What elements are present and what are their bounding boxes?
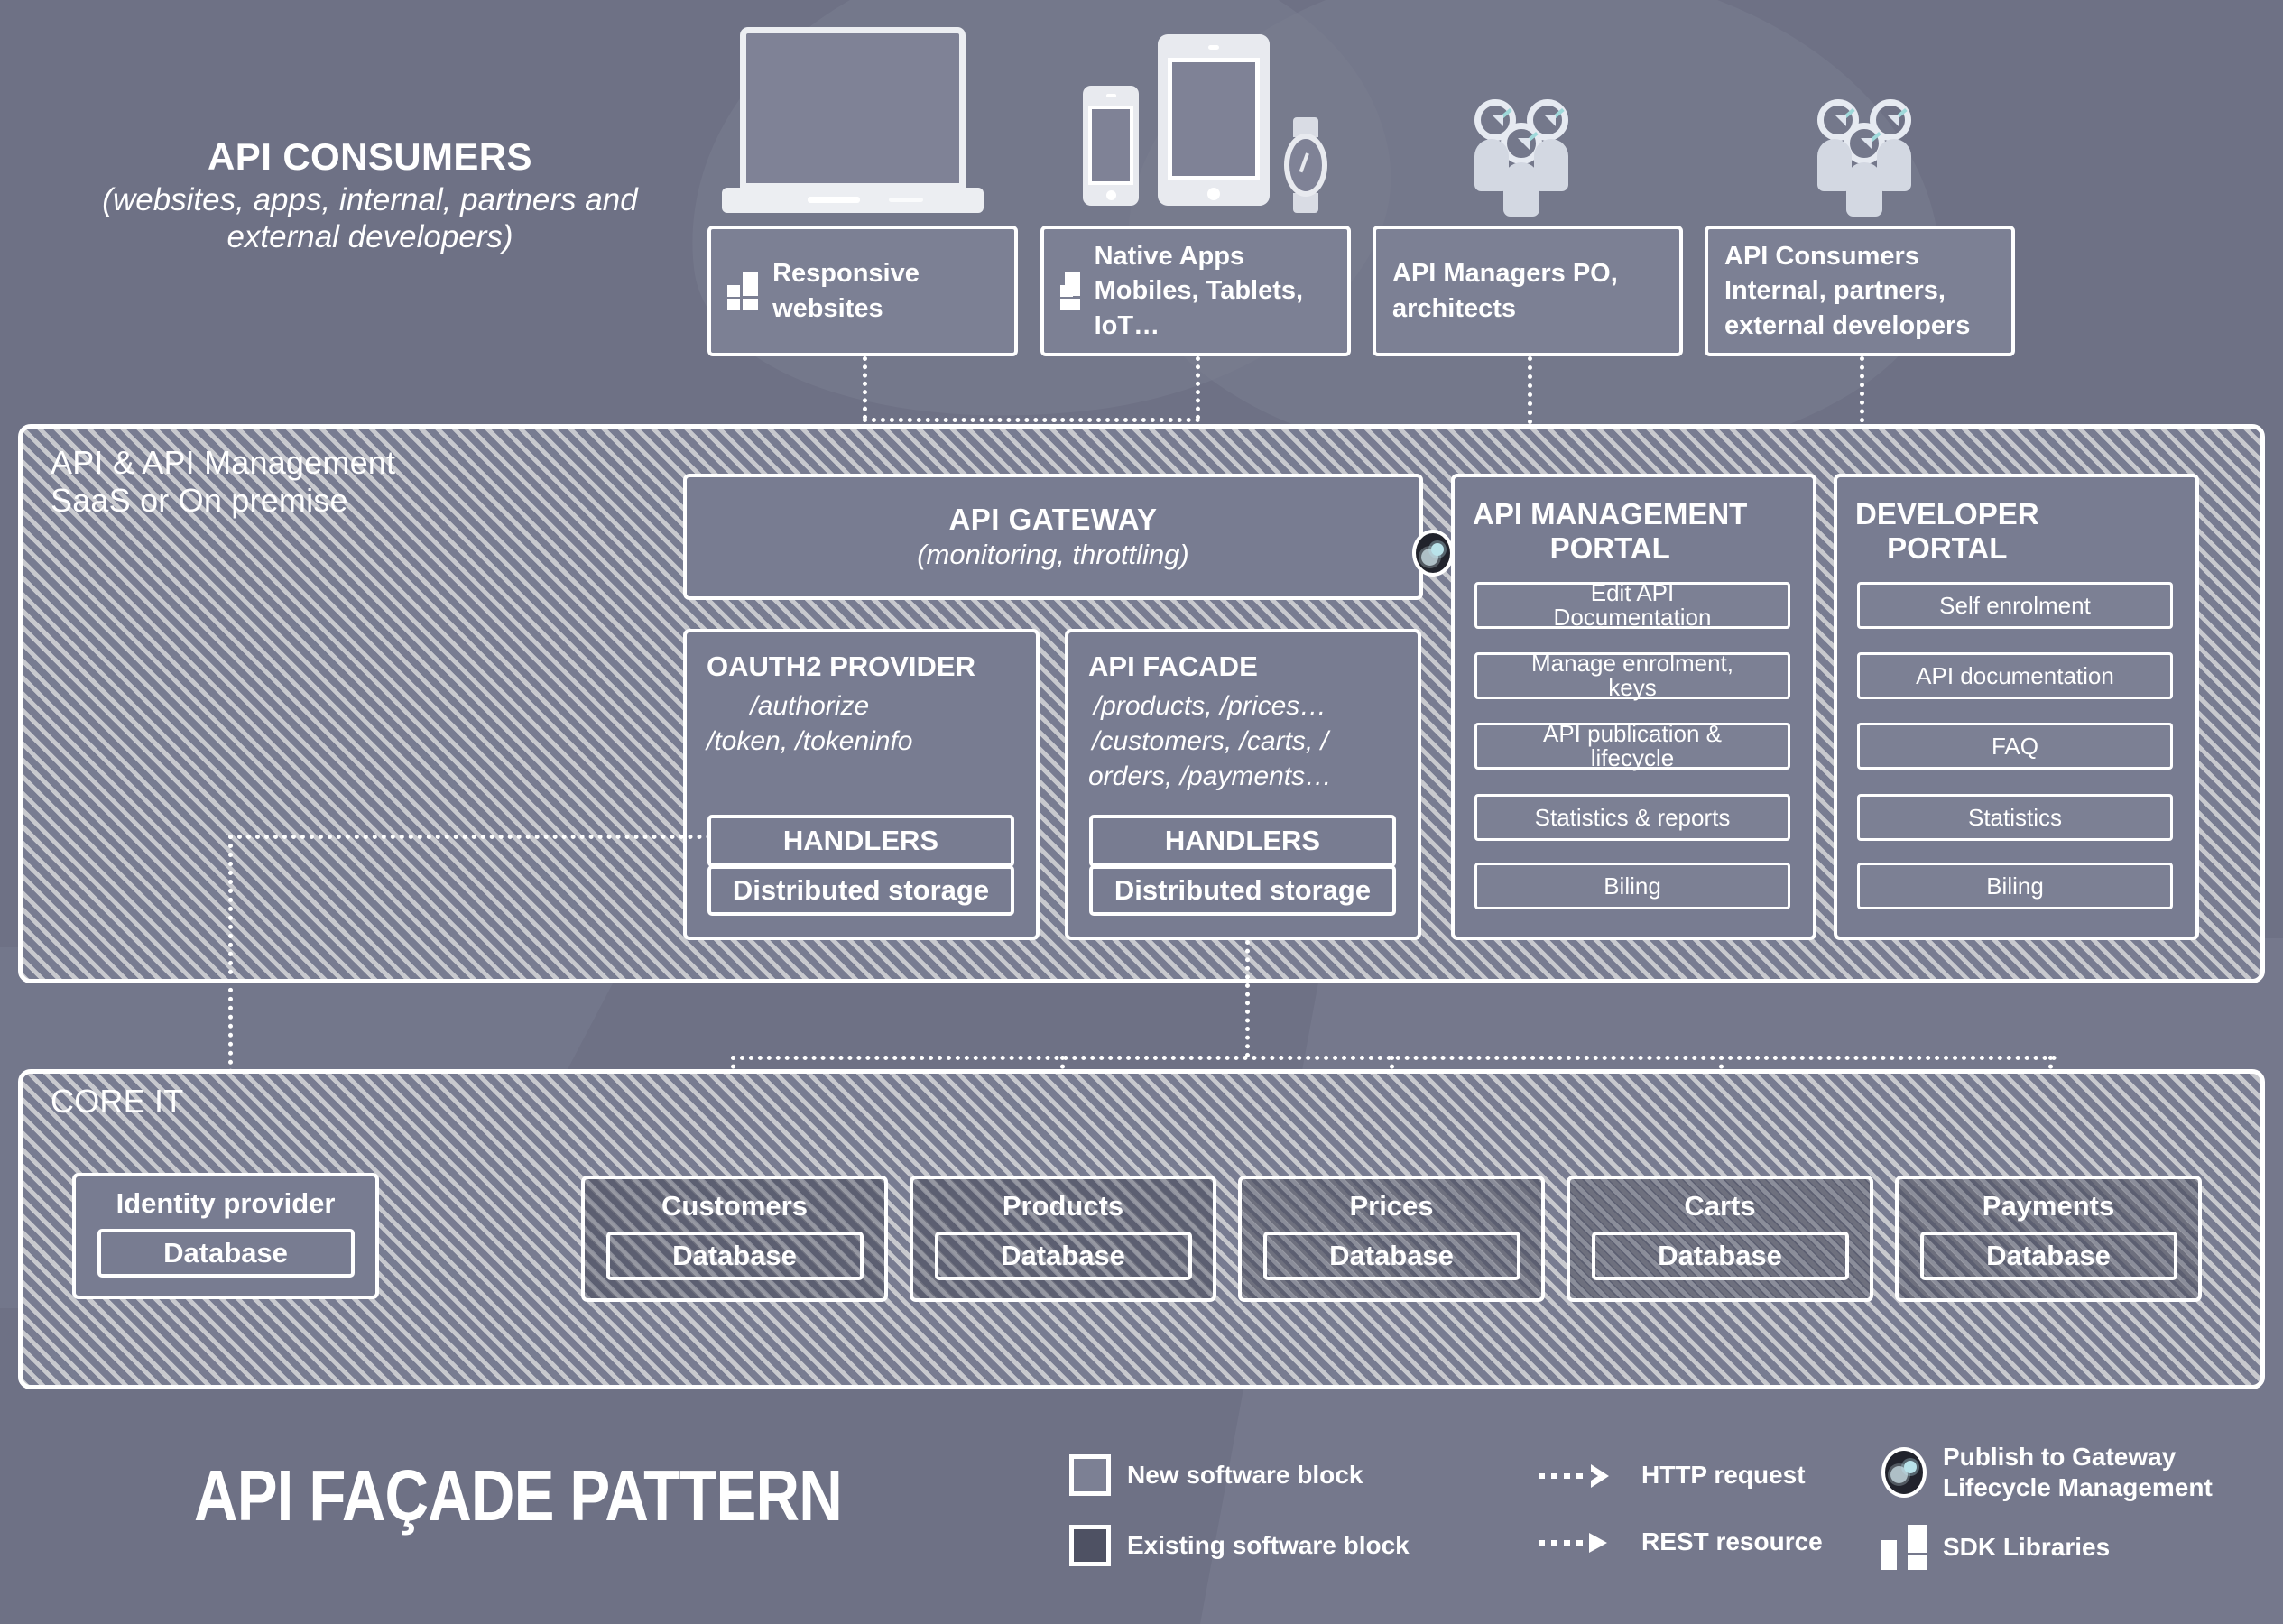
core-system-database[interactable]: Database xyxy=(605,1231,864,1280)
core-system-carts[interactable]: Carts Database xyxy=(1567,1176,1873,1302)
smartphone-illustration xyxy=(1083,86,1139,206)
consumer-card-native-apps[interactable]: Native Apps Mobiles, Tablets, IoT… xyxy=(1040,226,1351,356)
connector-line xyxy=(863,356,867,420)
core-system-prices[interactable]: Prices Database xyxy=(1238,1176,1545,1302)
legend-label: REST resource xyxy=(1641,1527,1823,1555)
core-system-database-label: Database xyxy=(672,1239,797,1271)
legend-sdk-libraries: SDK Libraries xyxy=(1881,1525,2110,1570)
connector-line xyxy=(1196,356,1200,420)
api-consumers-people-illustration xyxy=(1814,90,1913,217)
legend-rest-resource: REST resource xyxy=(1539,1527,1823,1557)
core-system-database-label: Database xyxy=(163,1236,288,1269)
core-system-database[interactable]: Database xyxy=(1591,1231,1849,1280)
management-portal-item-manage-enrolment[interactable]: Manage enrolment, keys xyxy=(1474,651,1790,699)
legend-label: Publish to Gateway Lifecycle Management xyxy=(1943,1443,2213,1501)
legend-label: SDK Libraries xyxy=(1943,1533,2111,1562)
api-facade-title: API FACADE xyxy=(1088,651,1258,682)
api-management-portal-title: API MANAGEMENT PORTAL xyxy=(1473,497,1748,566)
oauth2-storage-label: Distributed storage xyxy=(732,874,990,907)
api-facade-handlers-block[interactable]: HANDLERS xyxy=(1089,815,1396,867)
legend-http-request: HTTP request xyxy=(1539,1460,1806,1490)
dotted-chevron-arrow-icon xyxy=(1539,1463,1625,1488)
oauth2-handlers-label: HANDLERS xyxy=(782,825,939,857)
core-system-database-label: Database xyxy=(1658,1239,1782,1271)
legend-label: Existing software block xyxy=(1127,1531,1410,1560)
core-system-identity-provider[interactable]: Identity provider Database xyxy=(72,1173,379,1299)
consumer-card-responsive-websites[interactable]: Responsive websites xyxy=(707,226,1018,356)
core-system-database[interactable]: Database xyxy=(97,1228,355,1278)
core-it-panel-title: CORE IT xyxy=(51,1083,184,1120)
api-facade-handlers-label: HANDLERS xyxy=(1164,825,1321,857)
oauth2-handlers-block[interactable]: HANDLERS xyxy=(707,815,1014,867)
api-facade-endpoints: /products, /prices… /customers, /carts, … xyxy=(1088,690,1333,791)
core-system-label: Payments xyxy=(1982,1190,2115,1222)
management-portal-item-statistics-reports[interactable]: Statistics & reports xyxy=(1474,794,1790,841)
legend-existing-software-block: Existing software block xyxy=(1069,1525,1410,1566)
developer-portal-title: DEVELOPER PORTAL xyxy=(1855,497,2039,566)
api-gateway-block[interactable]: API GATEWAY (monitoring, throttling) xyxy=(683,474,1423,600)
consumer-card-label: Native Apps Mobiles, Tablets, IoT… xyxy=(1094,242,1304,340)
core-system-payments[interactable]: Payments Database xyxy=(1895,1176,2202,1302)
connector-line xyxy=(228,835,711,839)
core-system-database-label: Database xyxy=(1001,1239,1125,1271)
dotted-triangle-arrow-icon xyxy=(1539,1529,1625,1555)
diagram-canvas: API CONSUMERS (websites, apps, internal,… xyxy=(0,0,2283,1624)
legend-publish-to-gateway: Publish to Gateway Lifecycle Management xyxy=(1881,1442,2213,1502)
tablet-illustration xyxy=(1158,34,1270,206)
core-system-customers[interactable]: Customers Database xyxy=(581,1176,888,1302)
connector-line xyxy=(1245,940,1250,1057)
consumer-card-label: API Consumers Internal, partners, extern… xyxy=(1724,242,1971,340)
api-consumers-headline: API CONSUMERS (websites, apps, internal,… xyxy=(81,135,659,255)
api-gateway-title: API GATEWAY xyxy=(948,503,1158,536)
core-system-database[interactable]: Database xyxy=(1262,1231,1520,1280)
developer-portal-item-biling[interactable]: Biling xyxy=(1857,863,2173,909)
core-system-products[interactable]: Products Database xyxy=(910,1176,1216,1302)
swatch-old-icon xyxy=(1069,1525,1111,1566)
headline-subtitle: (websites, apps, internal, partners and … xyxy=(102,182,638,254)
legend-label: HTTP request xyxy=(1641,1461,1806,1489)
core-system-label: Products xyxy=(1002,1190,1124,1222)
oauth2-storage-block[interactable]: Distributed storage xyxy=(707,865,1014,916)
developer-portal-item-api-documentation[interactable]: API documentation xyxy=(1857,652,2173,699)
consumer-card-api-consumers[interactable]: API Consumers Internal, partners, extern… xyxy=(1705,226,2015,356)
api-gateway-subtitle: (monitoring, throttling) xyxy=(917,539,1189,570)
sdk-icon xyxy=(1060,272,1080,310)
consumer-card-label: API Managers PO, architects xyxy=(1392,259,1618,323)
management-portal-item-biling[interactable]: Biling xyxy=(1474,863,1790,909)
core-system-database[interactable]: Database xyxy=(1919,1231,2177,1280)
diagram-title: API FAÇADE PATTERN xyxy=(194,1455,843,1536)
legend-new-software-block: New software block xyxy=(1069,1454,1363,1496)
sdk-icon xyxy=(1881,1525,1927,1570)
smartwatch-illustration xyxy=(1277,117,1333,213)
api-managers-people-illustration xyxy=(1471,90,1570,217)
core-system-database-label: Database xyxy=(1986,1239,2111,1271)
connector-line xyxy=(863,418,1200,422)
api-facade-storage-label: Distributed storage xyxy=(1114,874,1372,907)
laptop-illustration xyxy=(722,27,984,213)
developer-portal-item-statistics[interactable]: Statistics xyxy=(1857,794,2173,841)
core-system-label: Customers xyxy=(661,1190,808,1222)
core-system-label: Prices xyxy=(1349,1190,1434,1222)
api-management-panel-title: API & API Management SaaS or On premise xyxy=(51,444,396,520)
core-system-database[interactable]: Database xyxy=(934,1231,1192,1280)
management-portal-item-edit-api-documentation[interactable]: Edit API Documentation xyxy=(1474,581,1790,629)
gear-badge-icon xyxy=(1881,1446,1927,1498)
core-system-label: Identity provider xyxy=(116,1187,336,1219)
developer-portal-item-self-enrolment[interactable]: Self enrolment xyxy=(1857,582,2173,629)
developer-portal-item-faq[interactable]: FAQ xyxy=(1857,723,2173,770)
consumer-card-api-managers[interactable]: API Managers PO, architects xyxy=(1373,226,1683,356)
sdk-icon xyxy=(727,272,759,310)
management-portal-item-api-publication[interactable]: API publication & lifecycle xyxy=(1474,722,1790,770)
publish-gateway-icon xyxy=(1412,530,1454,577)
connector-line xyxy=(731,1056,2057,1060)
swatch-new-icon xyxy=(1069,1454,1111,1496)
consumer-card-label: Responsive websites xyxy=(772,259,920,323)
oauth2-title: OAUTH2 PROVIDER xyxy=(707,651,975,682)
headline-title: API CONSUMERS xyxy=(208,135,532,178)
oauth2-endpoints: /authorize /token, /tokeninfo xyxy=(707,690,913,756)
core-system-label: Carts xyxy=(1684,1190,1756,1222)
core-system-database-label: Database xyxy=(1329,1239,1454,1271)
api-facade-storage-block[interactable]: Distributed storage xyxy=(1089,865,1396,916)
legend-label: New software block xyxy=(1127,1461,1363,1490)
